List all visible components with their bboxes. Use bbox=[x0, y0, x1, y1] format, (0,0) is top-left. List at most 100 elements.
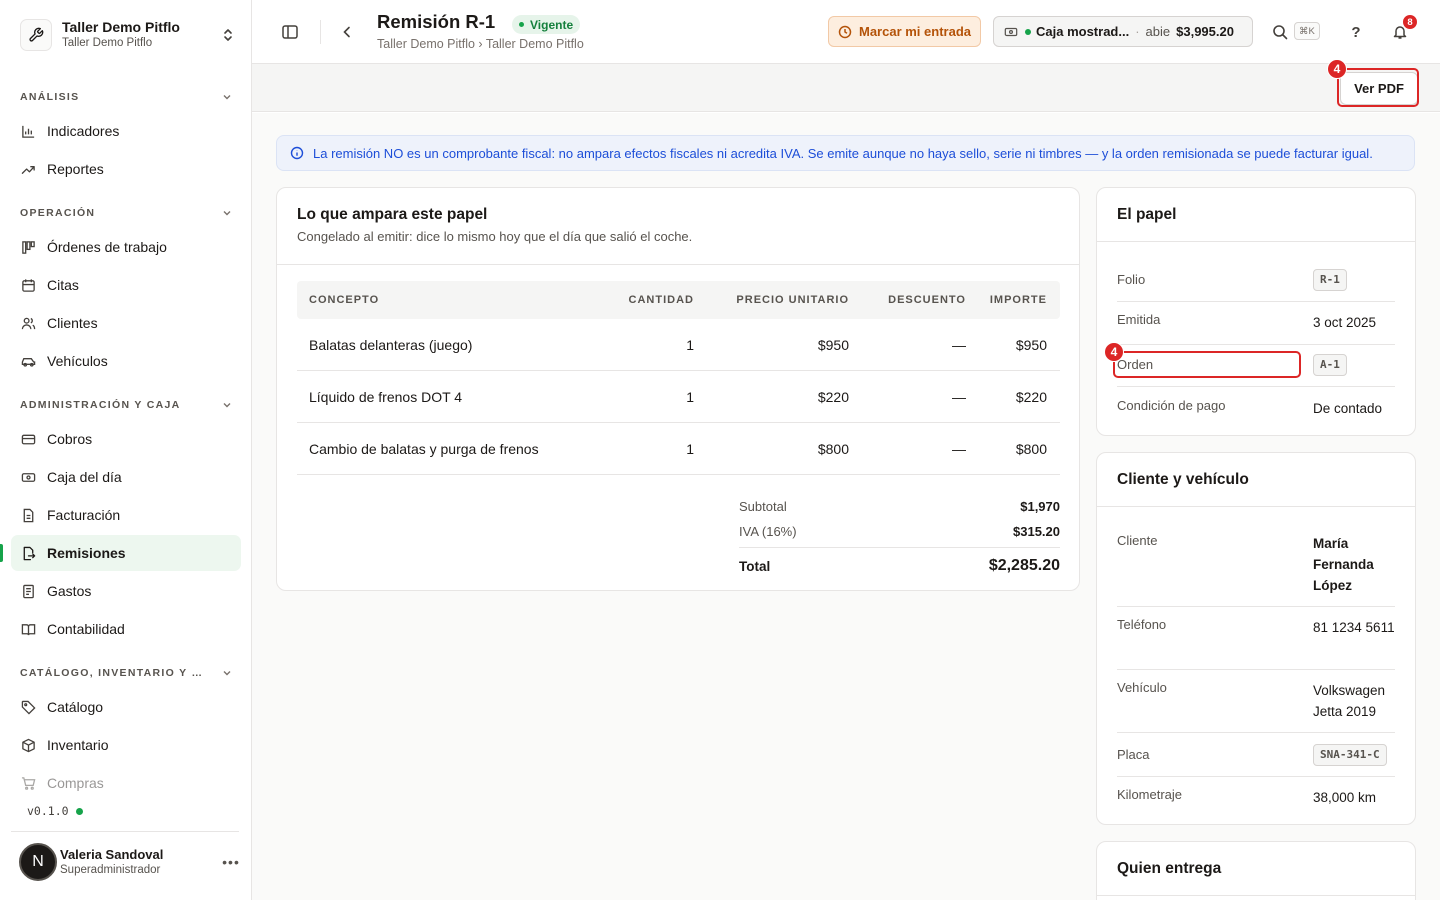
nav-section-analisis[interactable]: ANÁLISIS bbox=[20, 89, 232, 105]
nav-section-operacion[interactable]: OPERACIÓN bbox=[20, 205, 232, 221]
tax-row: IVA (16%) $315.20 bbox=[739, 524, 1060, 539]
document-card-title: El papel bbox=[1117, 206, 1177, 223]
avatar: N bbox=[19, 843, 57, 881]
chevrons-up-down-icon bbox=[220, 25, 236, 45]
car-icon bbox=[20, 353, 36, 369]
users-icon bbox=[20, 315, 36, 331]
receipt-icon bbox=[20, 583, 36, 599]
kanban-icon bbox=[20, 239, 36, 255]
chevron-down-icon bbox=[223, 95, 231, 100]
app-version: v0.1.0 bbox=[27, 804, 83, 818]
view-pdf-button[interactable]: Ver PDF bbox=[1340, 72, 1418, 105]
sidebar-item-remisiones[interactable]: Remisiones bbox=[11, 535, 241, 571]
client-card-title: Cliente y vehículo bbox=[1117, 471, 1249, 488]
search-shortcut: ⌘K bbox=[1294, 22, 1320, 40]
user-role: Superadministrador bbox=[60, 863, 161, 876]
search-icon[interactable] bbox=[1266, 18, 1294, 46]
plate-badge: SNA-341-C bbox=[1313, 744, 1387, 766]
card-divider bbox=[1097, 506, 1415, 507]
user-name: Valeria Sandoval bbox=[60, 846, 164, 862]
sidebar-item-reportes[interactable]: Reportes bbox=[11, 151, 241, 187]
vehicle-row: Vehículo Volkswagen Jetta 2019 bbox=[1117, 680, 1395, 722]
sidebar-item-inventario[interactable]: Inventario bbox=[11, 727, 241, 763]
sidebar-item-contabilidad[interactable]: Contabilidad bbox=[11, 611, 241, 647]
client-name[interactable]: María Fernanda López bbox=[1313, 533, 1395, 596]
org-switcher[interactable]: Taller Demo Pitflo Taller Demo Pitflo bbox=[20, 17, 236, 53]
main-content: La remisión NO es un comprobante fiscal:… bbox=[252, 113, 1440, 900]
sidebar-item-compras[interactable]: Compras bbox=[11, 765, 241, 801]
file-icon bbox=[20, 507, 36, 523]
issued-row: Emitida 3 oct 2025 bbox=[1117, 312, 1377, 330]
sidebar-item-citas[interactable]: Citas bbox=[11, 267, 241, 303]
sidebar-item-cobros[interactable]: Cobros bbox=[11, 421, 241, 457]
totals: Subtotal $1,970 IVA (16%) $315.20 Total $2,… bbox=[739, 494, 1060, 580]
col-precio-unitario: PRECIO UNITARIO bbox=[736, 294, 849, 306]
info-icon bbox=[290, 146, 304, 160]
open-status-dot bbox=[1025, 28, 1031, 35]
folio-row: Folio R-1 bbox=[1117, 268, 1395, 291]
sidebar-divider bbox=[11, 831, 239, 832]
more-icon[interactable]: ••• bbox=[221, 854, 241, 870]
plate-row: Placa SNA-341-C bbox=[1117, 743, 1395, 766]
annotation-number: 4 bbox=[1104, 342, 1124, 362]
col-descuento: DESCUENTO bbox=[888, 294, 966, 306]
sidebar-item-vehiculos[interactable]: Vehículos bbox=[11, 343, 241, 379]
clock-in-button[interactable]: Marcar mi entrada bbox=[828, 16, 981, 47]
top-header: Remisión R-1 Vigente Taller Demo Pitflo … bbox=[252, 0, 1440, 64]
sidebar-item-clientes[interactable]: Clientes bbox=[11, 305, 241, 341]
help-icon[interactable]: ? bbox=[1342, 18, 1370, 46]
trend-icon bbox=[20, 161, 36, 177]
vehicle-name[interactable]: Volkswagen Jetta 2019 bbox=[1313, 680, 1395, 722]
col-concepto: CONCEPTO bbox=[309, 294, 380, 306]
clock-icon bbox=[838, 25, 852, 38]
card-divider bbox=[1097, 895, 1415, 896]
org-name: Taller Demo Pitflo bbox=[62, 19, 180, 36]
total-row: Total $2,285.20 bbox=[739, 557, 1060, 574]
table-header: CONCEPTO CANTIDAD PRECIO UNITARIO DESCUE… bbox=[297, 281, 1060, 319]
col-importe: IMPORTE bbox=[989, 294, 1047, 306]
sidebar-item-facturacion[interactable]: Facturación bbox=[11, 497, 241, 533]
wrench-icon bbox=[20, 19, 52, 51]
sidebar-toggle-icon[interactable] bbox=[276, 18, 304, 46]
box-icon bbox=[20, 737, 36, 753]
client-row: Cliente María Fernanda López bbox=[1117, 533, 1395, 596]
info-banner: La remisión NO es un comprobante fiscal:… bbox=[276, 135, 1415, 171]
cash-register-selector[interactable]: Caja mostrad... · abie $3,995.20 bbox=[993, 16, 1253, 47]
document-card: El papel Folio R-1 Emitida 3 oct 2025 Or… bbox=[1096, 187, 1416, 436]
subtotal-row: Subtotal $1,970 bbox=[739, 499, 1060, 514]
breadcrumb: Taller Demo Pitflo › Taller Demo Pitflo bbox=[377, 37, 584, 51]
status-badge: Vigente bbox=[512, 15, 581, 34]
active-indicator bbox=[0, 544, 3, 562]
chevron-down-icon bbox=[223, 211, 231, 216]
client-vehicle-card: Cliente y vehículo Cliente María Fernand… bbox=[1096, 452, 1416, 825]
header-separator bbox=[320, 20, 321, 44]
cart-icon bbox=[20, 775, 36, 791]
page-toolbar: Ver PDF bbox=[252, 64, 1440, 112]
delivered-by-title: Quien entrega bbox=[1117, 860, 1222, 877]
sidebar-item-gastos[interactable]: Gastos bbox=[11, 573, 241, 609]
table-row: Cambio de balatas y purga de frenos 1 $8… bbox=[297, 423, 1060, 475]
items-card-subtitle: Congelado al emitir: dice lo mismo hoy q… bbox=[297, 229, 693, 244]
sidebar-item-ordenes[interactable]: Órdenes de trabajo bbox=[11, 229, 241, 265]
cash-icon bbox=[20, 469, 36, 485]
col-cantidad: CANTIDAD bbox=[628, 294, 694, 306]
user-menu[interactable]: N Valeria Sandoval Superadministrador ••… bbox=[19, 843, 241, 881]
page-title: Remisión R-1 bbox=[377, 11, 496, 32]
card-icon bbox=[20, 431, 36, 447]
sidebar-item-caja-del-dia[interactable]: Caja del día bbox=[11, 459, 241, 495]
nav-section-administracion[interactable]: ADMINISTRACIÓN Y CAJA bbox=[20, 397, 232, 413]
status-dot bbox=[75, 807, 83, 815]
file-out-icon bbox=[20, 545, 36, 561]
card-divider bbox=[1097, 241, 1415, 242]
order-badge[interactable]: A-1 bbox=[1313, 354, 1347, 376]
items-table: CONCEPTO CANTIDAD PRECIO UNITARIO DESCUE… bbox=[297, 281, 1060, 475]
folio-badge: R-1 bbox=[1313, 269, 1347, 291]
table-row: Balatas delanteras (juego) 1 $950 — $950 bbox=[297, 319, 1060, 371]
sidebar-item-indicadores[interactable]: Indicadores bbox=[11, 113, 241, 149]
chevron-down-icon bbox=[223, 403, 231, 408]
nav-section-catalogo[interactable]: CATÁLOGO, INVENTARIO Y COMPRAS bbox=[20, 665, 232, 681]
cash-icon bbox=[1004, 27, 1018, 36]
back-icon[interactable] bbox=[333, 18, 361, 46]
calendar-icon bbox=[20, 277, 36, 293]
sidebar-item-catalogo[interactable]: Catálogo bbox=[11, 689, 241, 725]
